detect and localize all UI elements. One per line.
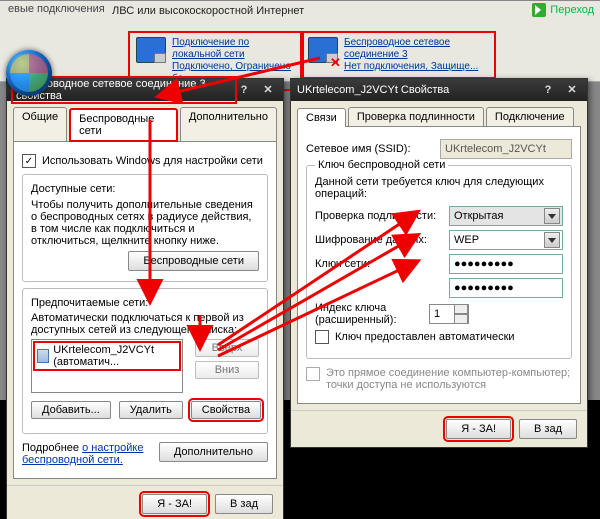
key-field[interactable]: ●●●●●●●●● xyxy=(449,254,563,274)
remove-button[interactable]: Удалить xyxy=(119,401,183,419)
preferred-list[interactable]: UKrtelecom_J2VCYt (автоматич... xyxy=(31,339,183,393)
wireless-key-group: Ключ беспроводной сети Данной сети требу… xyxy=(306,165,572,359)
auth-value: Открытая xyxy=(454,210,503,222)
enc-select[interactable]: WEP xyxy=(449,230,563,250)
win2-tabs: Связи Проверка подлинности Подключение xyxy=(291,101,587,126)
auth-label: Проверка подлинности: xyxy=(315,210,443,222)
auto-key-checkbox[interactable] xyxy=(315,330,329,344)
key-index-value: 1 xyxy=(434,308,440,320)
win2-title: UKrtelecom_J2VCYt Свойства xyxy=(297,84,449,96)
help-icon[interactable]: ? xyxy=(539,83,557,97)
ssid-label: Сетевое имя (SSID): xyxy=(306,143,434,155)
chevron-down-icon xyxy=(544,232,560,248)
folder-tab: евые подключения xyxy=(0,1,113,17)
preferred-item-label: UKrtelecom_J2VCYt (автоматич... xyxy=(53,344,177,368)
close-icon[interactable]: ✕ xyxy=(259,83,277,97)
key-label: Ключ сети: xyxy=(315,258,443,270)
go-label: Переход xyxy=(550,4,594,16)
enc-value: WEP xyxy=(454,234,479,246)
key-group-header: Ключ беспроводной сети xyxy=(315,159,448,171)
avail-header: Доступные сети: xyxy=(31,183,259,195)
tab-auth[interactable]: Проверка подлинности xyxy=(348,107,484,126)
advanced-button[interactable]: Дополнительно xyxy=(159,442,268,462)
more-label: Подробнее xyxy=(22,442,79,454)
wifi-adapter-props-window: Беспроводное сетевое соединение 3 - свой… xyxy=(6,78,284,519)
key-index-label: Индекс ключа (расширенный): xyxy=(315,302,423,326)
win2-pane: Сетевое имя (SSID): UKrtelecom_J2VCYt Кл… xyxy=(297,126,581,404)
network-item-icon xyxy=(37,349,49,363)
adhoc-row: Это прямое соединение компьютер-компьюте… xyxy=(306,367,572,391)
win2-titlebar[interactable]: UKrtelecom_J2VCYt Свойства ? ✕ xyxy=(291,79,587,101)
preferred-item[interactable]: UKrtelecom_J2VCYt (автоматич... xyxy=(35,343,179,369)
pref-header: Предпочитаемые сети: xyxy=(31,297,259,309)
win2-cancel-button[interactable]: В зад xyxy=(519,419,577,439)
key-index-spinner[interactable]: 1 xyxy=(429,304,469,324)
ssid-field: UKrtelecom_J2VCYt xyxy=(440,139,572,159)
go-arrow-icon xyxy=(532,3,546,17)
tab-general[interactable]: Общие xyxy=(13,107,67,141)
conn-lan-line1: Подключение по локальной сети xyxy=(172,37,296,61)
key-confirm-field[interactable]: ●●●●●●●●● xyxy=(449,278,563,298)
win2-footer: Я - ЗА! В зад xyxy=(291,410,587,447)
tab-connection[interactable]: Подключение xyxy=(486,107,574,126)
network-props-window: UKrtelecom_J2VCYt Свойства ? ✕ Связи Про… xyxy=(290,78,588,448)
use-windows-label: Использовать Windows для настройки сети xyxy=(42,155,263,167)
tab-wireless[interactable]: Беспроводные сети xyxy=(69,108,178,142)
add-button[interactable]: Добавить... xyxy=(31,401,111,419)
enc-label: Шифрование данных: xyxy=(315,234,443,246)
adhoc-checkbox xyxy=(306,367,320,381)
preferred-networks-group: Предпочитаемые сети: Автоматически подкл… xyxy=(22,288,268,434)
pref-text: Автоматически подключаться к первой из д… xyxy=(31,312,259,336)
properties-button[interactable]: Свойства xyxy=(191,401,261,419)
tab-advanced[interactable]: Дополнительно xyxy=(180,107,277,141)
win1-ok-button[interactable]: Я - ЗА! xyxy=(142,494,207,514)
adhoc-label: Это прямое соединение компьютер-компьюте… xyxy=(326,367,572,391)
help-icon[interactable]: ? xyxy=(235,83,253,97)
show-networks-button[interactable]: Беспроводные сети xyxy=(128,251,259,271)
close-icon[interactable]: ✕ xyxy=(563,83,581,97)
avail-text: Чтобы получить дополнительные сведения о… xyxy=(31,199,259,247)
win1-tabs: Общие Беспроводные сети Дополнительно xyxy=(7,101,283,141)
win2-ok-button[interactable]: Я - ЗА! xyxy=(446,419,511,439)
start-orb-icon[interactable] xyxy=(6,50,52,96)
chevron-down-icon xyxy=(544,208,560,224)
move-down-button[interactable]: Вниз xyxy=(195,361,259,379)
nic-icon xyxy=(136,37,166,63)
connection-wifi[interactable]: ✕ Беспроводное сетевое соединение 3 Нет … xyxy=(300,31,496,79)
win1-pane: ✓ Использовать Windows для настройки сет… xyxy=(13,141,277,479)
key-text: Данной сети требуется ключ для следующих… xyxy=(315,176,563,200)
conn-wifi-line2: соединение 3 xyxy=(344,49,478,61)
conn-wifi-line3: Нет подключения, Защище... xyxy=(344,61,478,73)
go-button[interactable]: Переход xyxy=(532,3,594,17)
explorer-bar: евые подключения ЛВС или высокоскоростно… xyxy=(0,0,600,82)
win1-footer: Я - ЗА! В зад xyxy=(7,485,283,519)
disconnected-x-icon: ✕ xyxy=(330,55,341,71)
move-up-button[interactable]: Вверх xyxy=(195,339,259,357)
spinner-arrows-icon[interactable] xyxy=(454,304,468,324)
auth-select[interactable]: Открытая xyxy=(449,206,563,226)
section-header: ЛВС или высокоскоростной Интернет xyxy=(112,5,304,17)
tab-association[interactable]: Связи xyxy=(297,108,346,127)
auto-key-row[interactable]: Ключ предоставлен автоматически xyxy=(315,330,563,344)
use-windows-row[interactable]: ✓ Использовать Windows для настройки сет… xyxy=(22,154,268,168)
auto-key-label: Ключ предоставлен автоматически xyxy=(335,331,515,343)
win1-cancel-button[interactable]: В зад xyxy=(215,494,273,514)
conn-wifi-line1: Беспроводное сетевое xyxy=(344,37,478,49)
available-networks-group: Доступные сети: Чтобы получить дополните… xyxy=(22,174,268,282)
use-windows-checkbox[interactable]: ✓ xyxy=(22,154,36,168)
